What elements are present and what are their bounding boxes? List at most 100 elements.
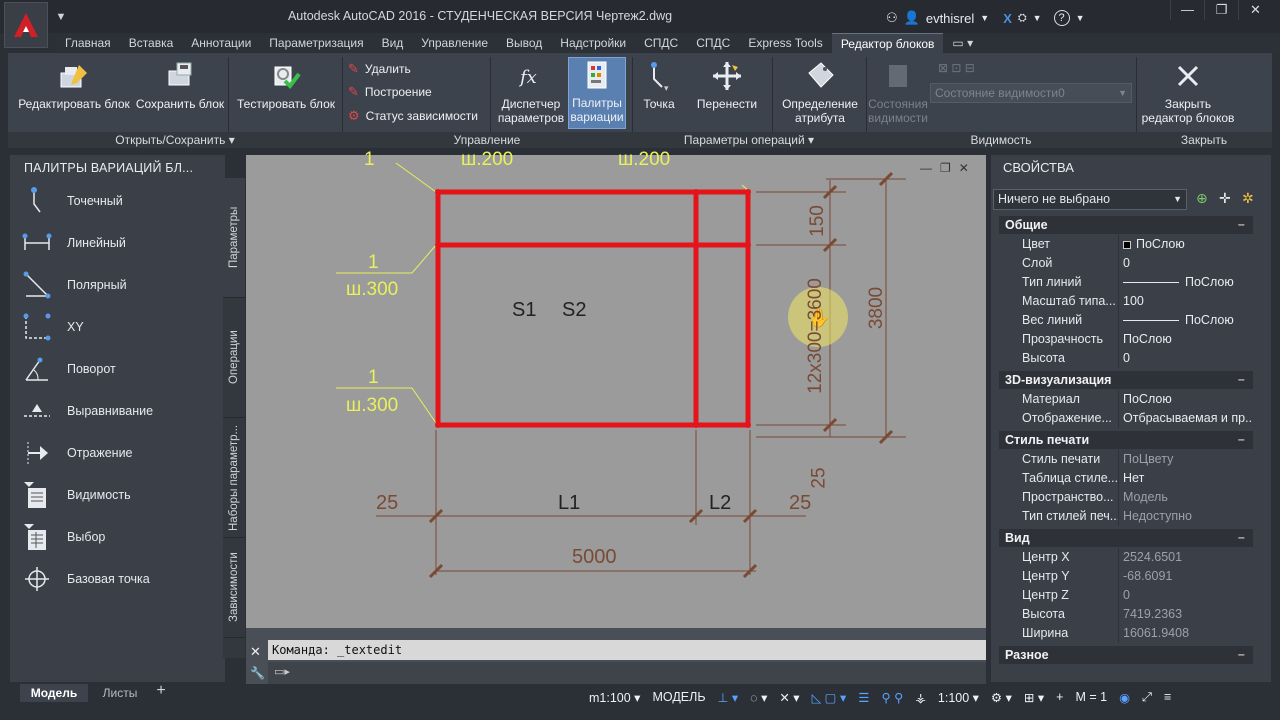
- property-value[interactable]: Недоступно: [1119, 507, 1253, 526]
- palette-item-alignment[interactable]: Выравнивание: [20, 393, 220, 429]
- visibility-states-button[interactable]: Состояния видимости: [868, 59, 928, 125]
- collapse-icon[interactable]: −: [1238, 431, 1245, 449]
- select-objects-icon[interactable]: ✛: [1219, 190, 1231, 207]
- collapse-icon[interactable]: −: [1238, 216, 1245, 234]
- property-row[interactable]: Ширина 16061.9408: [999, 624, 1253, 643]
- property-row[interactable]: Масштаб типа... 100: [999, 292, 1253, 311]
- workspace-gear-icon[interactable]: ⚙ ▾: [988, 690, 1015, 705]
- user-icon[interactable]: 👤: [904, 10, 920, 26]
- visibility-state-dropdown[interactable]: Состояние видимости0 ▼: [930, 83, 1132, 103]
- pickadd-icon[interactable]: ✲: [1242, 190, 1254, 207]
- osnap-icon[interactable]: ◺ ▢ ▾: [809, 690, 850, 705]
- property-value[interactable]: -68.6091: [1119, 567, 1253, 586]
- command-input[interactable]: ▭▸: [268, 662, 986, 684]
- property-row[interactable]: Тип стилей печ... Недоступно: [999, 507, 1253, 526]
- property-section[interactable]: Стиль печати −: [999, 431, 1253, 449]
- property-row[interactable]: Высота 7419.2363: [999, 605, 1253, 624]
- property-section[interactable]: 3D-визуализация −: [999, 371, 1253, 389]
- selection-dropdown[interactable]: Ничего не выбрано ▼: [993, 189, 1187, 210]
- property-section[interactable]: Вид −: [999, 529, 1253, 547]
- collapse-icon[interactable]: −: [1238, 371, 1245, 389]
- lineweight-icon[interactable]: ☰: [855, 690, 872, 705]
- property-row[interactable]: Пространство... Модель: [999, 488, 1253, 507]
- attribute-definition-button[interactable]: Определение атрибута: [778, 59, 862, 125]
- property-row[interactable]: Прозрачность ПоСлою: [999, 330, 1253, 349]
- tab-spds-1[interactable]: СПДС: [635, 33, 687, 53]
- viewport-close-icon[interactable]: ✕: [959, 161, 969, 177]
- annotation-icon[interactable]: ⚲ ⚲: [878, 690, 906, 705]
- property-value[interactable]: 7419.2363: [1119, 605, 1253, 624]
- collapse-icon[interactable]: −: [1238, 646, 1245, 664]
- drawing-canvas[interactable]: ✋ 1 ш.200 ш.200 1 ш.300 1 ш.300 S1 S2 25…: [246, 149, 986, 628]
- property-row[interactable]: Центр Y -68.6091: [999, 567, 1253, 586]
- tab-output[interactable]: Вывод: [497, 33, 551, 53]
- palette-item-lookup[interactable]: Выбор: [20, 519, 220, 555]
- palette-item-basepoint[interactable]: Базовая точка: [20, 561, 220, 597]
- build-button[interactable]: ✎ Построение: [348, 84, 432, 100]
- minimize-button[interactable]: —: [1170, 0, 1204, 20]
- property-row[interactable]: Отображение... Отбрасываемая и пр...: [999, 409, 1253, 428]
- annotation-visibility-icon[interactable]: ⚶: [912, 690, 929, 705]
- palette-item-linear[interactable]: Линейный: [20, 225, 220, 261]
- tab-spds-2[interactable]: СПДС: [687, 33, 739, 53]
- wrench-icon[interactable]: 🔧: [250, 666, 265, 680]
- chevron-down-icon[interactable]: ▼: [1076, 13, 1085, 23]
- dependency-status-button[interactable]: ⚙ Статус зависимости: [348, 108, 478, 124]
- tab-parametric[interactable]: Параметризация: [260, 33, 372, 53]
- panel-open-save[interactable]: Открыть/Сохранить ▾: [8, 132, 342, 148]
- collapse-icon[interactable]: −: [1238, 529, 1245, 547]
- property-row[interactable]: Материал ПоСлою: [999, 390, 1253, 409]
- chevron-down-icon[interactable]: ▼: [980, 13, 989, 23]
- property-value[interactable]: 0: [1119, 349, 1253, 368]
- property-row[interactable]: Цвет ПоСлою: [999, 235, 1253, 254]
- autodesk-a360-icon[interactable]: ⛭: [1018, 12, 1027, 25]
- viewport-minimize-icon[interactable]: —: [920, 161, 932, 177]
- restore-button[interactable]: ❐: [1204, 0, 1238, 20]
- property-value[interactable]: ПоСлою: [1119, 390, 1253, 409]
- property-row[interactable]: Центр X 2524.6501: [999, 548, 1253, 567]
- space-toggle[interactable]: МОДЕЛЬ: [649, 690, 708, 704]
- side-tab-parameters[interactable]: Параметры: [223, 178, 245, 298]
- move-action-button[interactable]: Перенести: [690, 59, 764, 111]
- quick-select-icon[interactable]: ⊕: [1196, 190, 1208, 207]
- save-block-button[interactable]: Сохранить блок: [132, 59, 228, 111]
- tab-home[interactable]: Главная: [56, 33, 120, 53]
- property-value[interactable]: ПоСлою: [1119, 273, 1253, 292]
- palette-item-point[interactable]: Точечный: [20, 183, 220, 219]
- palette-item-flip[interactable]: Отражение: [20, 435, 220, 471]
- isodraft-icon[interactable]: ✕ ▾: [776, 690, 802, 705]
- exchange-x-icon[interactable]: X: [1003, 11, 1012, 26]
- tab-manage[interactable]: Управление: [412, 33, 497, 53]
- isolate-icon[interactable]: ◉: [1116, 690, 1133, 705]
- property-value[interactable]: 16061.9408: [1119, 624, 1253, 643]
- property-value[interactable]: 0: [1119, 254, 1253, 273]
- property-row[interactable]: Центр Z 0: [999, 586, 1253, 605]
- help-icon[interactable]: ?: [1053, 10, 1070, 26]
- property-row[interactable]: Таблица стиле... Нет: [999, 469, 1253, 488]
- property-value[interactable]: ПоЦвету: [1119, 450, 1253, 469]
- customize-menu-icon[interactable]: ≡: [1161, 690, 1174, 704]
- add-layout-button[interactable]: +: [150, 682, 172, 702]
- tab-insert[interactable]: Вставка: [120, 33, 183, 53]
- viewport-restore-icon[interactable]: ❐: [940, 161, 951, 177]
- viewport-scale[interactable]: m1:100 ▾: [586, 690, 643, 705]
- palette-item-xy[interactable]: XY: [20, 309, 220, 345]
- variation-palettes-button[interactable]: Палитры вариации: [568, 57, 626, 129]
- property-value[interactable]: ПоСлою: [1119, 311, 1253, 330]
- edit-block-button[interactable]: Редактировать блок: [14, 59, 134, 111]
- tab-model[interactable]: Модель: [20, 684, 88, 702]
- tab-view[interactable]: Вид: [373, 33, 413, 53]
- tab-express-tools[interactable]: Express Tools: [739, 33, 831, 53]
- tab-addins[interactable]: Надстройки: [551, 33, 635, 53]
- close-window-button[interactable]: ✕: [1238, 0, 1272, 20]
- binoculars-icon[interactable]: ⚇: [886, 10, 898, 26]
- palette-item-visibility[interactable]: Видимость: [20, 477, 220, 513]
- property-row[interactable]: Тип линий ПоСлою: [999, 273, 1253, 292]
- tab-annotate[interactable]: Аннотации: [182, 33, 260, 53]
- property-value[interactable]: Модель: [1119, 488, 1253, 507]
- chevron-down-icon[interactable]: ▼: [1033, 13, 1042, 23]
- property-section[interactable]: Общие −: [999, 216, 1253, 234]
- tab-layouts[interactable]: Листы: [95, 684, 145, 702]
- m-value[interactable]: M = 1: [1072, 690, 1110, 704]
- property-value[interactable]: 2524.6501: [1119, 548, 1253, 567]
